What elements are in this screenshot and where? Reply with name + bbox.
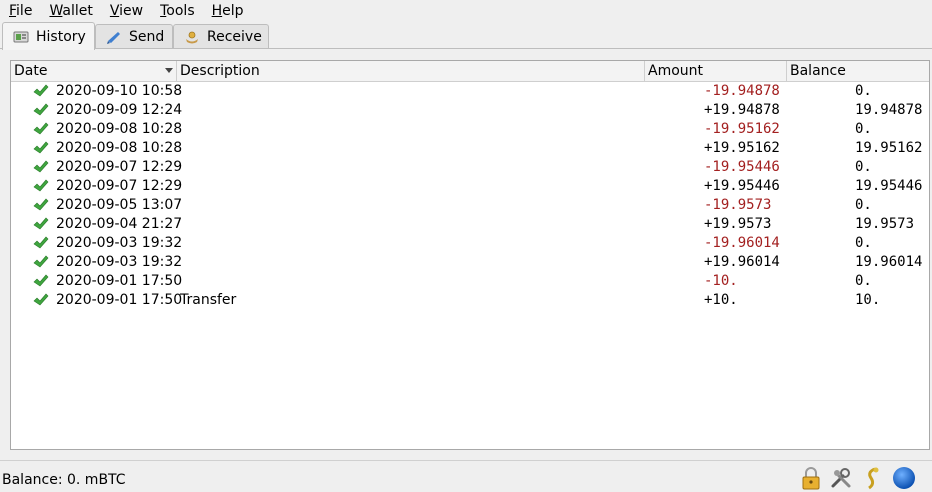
- table-row[interactable]: 2020-09-08 10:28 -19.95162 0.: [11, 120, 929, 139]
- menu-view[interactable]: View: [101, 0, 151, 22]
- tab-bar: History Send Receive: [0, 22, 932, 50]
- tab-divider: [0, 48, 932, 49]
- row-balance: 0.: [855, 235, 872, 251]
- row-balance: 19.94878: [855, 102, 923, 118]
- row-amount: +19.95162: [704, 140, 780, 156]
- confirmed-check-icon: [33, 84, 49, 97]
- row-date: 2020-09-08 10:28: [56, 121, 183, 137]
- row-date: 2020-09-07 12:29: [56, 159, 183, 175]
- network-status-icon[interactable]: [892, 466, 916, 490]
- confirmed-check-icon: [33, 236, 49, 249]
- confirmed-check-icon: [33, 274, 49, 287]
- row-date: 2020-09-05 13:07: [56, 197, 183, 213]
- row-amount: -19.95446: [704, 159, 780, 175]
- confirmed-check-icon: [33, 293, 49, 306]
- row-balance: 19.95446: [855, 178, 923, 194]
- row-balance: 19.9573: [855, 216, 915, 232]
- confirmed-check-icon: [33, 255, 49, 268]
- row-balance: 0.: [855, 159, 872, 175]
- row-date: 2020-09-03 19:32: [56, 254, 183, 270]
- table-row[interactable]: 2020-09-01 17:50 -10. 0.: [11, 272, 929, 291]
- column-header-balance[interactable]: Balance: [787, 61, 929, 81]
- row-amount: -19.96014: [704, 235, 780, 251]
- row-balance: 0.: [855, 197, 872, 213]
- balance-label: Balance: 0. mBTC: [2, 472, 126, 488]
- confirmed-check-icon: [33, 217, 49, 230]
- column-header-amount[interactable]: Amount: [645, 61, 787, 81]
- confirmed-check-icon: [33, 179, 49, 192]
- tab-receive-label: Receive: [207, 29, 262, 45]
- row-amount: -10.: [704, 273, 738, 289]
- row-amount: -19.95162: [704, 121, 780, 137]
- row-amount: +19.95446: [704, 178, 780, 194]
- menu-bar: File Wallet View Tools Help: [0, 0, 932, 22]
- column-header-description[interactable]: Description: [177, 61, 645, 81]
- row-amount: +10.: [704, 292, 738, 308]
- tab-history-label: History: [36, 28, 86, 45]
- row-date: 2020-09-04 21:27: [56, 216, 183, 232]
- row-date: 2020-09-01 17:50: [56, 273, 183, 289]
- table-row[interactable]: 2020-09-07 12:29 +19.95446 19.95446: [11, 177, 929, 196]
- row-date: 2020-09-03 19:32: [56, 235, 183, 251]
- row-balance: 19.96014: [855, 254, 923, 270]
- row-description: Transfer: [180, 292, 237, 308]
- lock-icon[interactable]: [799, 466, 823, 490]
- tab-receive[interactable]: Receive: [173, 24, 269, 49]
- table-row[interactable]: 2020-09-03 19:32 -19.96014 0.: [11, 234, 929, 253]
- table-row[interactable]: 2020-09-09 12:24 +19.94878 19.94878: [11, 101, 929, 120]
- confirmed-check-icon: [33, 160, 49, 173]
- preferences-icon[interactable]: [829, 466, 853, 490]
- history-icon: [13, 31, 29, 42]
- table-row[interactable]: 2020-09-07 12:29 -19.95446 0.: [11, 158, 929, 177]
- table-row[interactable]: 2020-09-08 10:28 +19.95162 19.95162: [11, 139, 929, 158]
- menu-file[interactable]: File: [0, 0, 40, 22]
- row-balance: 10.: [855, 292, 881, 308]
- row-balance: 19.95162: [855, 140, 923, 156]
- row-amount: +19.9573: [704, 216, 772, 232]
- row-amount: +19.94878: [704, 102, 780, 118]
- sort-descending-icon: [165, 68, 173, 73]
- seed-icon[interactable]: [861, 466, 885, 490]
- row-amount: -19.94878: [704, 83, 780, 99]
- row-date: 2020-09-10 10:58: [56, 83, 183, 99]
- row-amount: -19.9573: [704, 197, 772, 213]
- confirmed-check-icon: [33, 198, 49, 211]
- confirmed-check-icon: [33, 103, 49, 116]
- table-row[interactable]: 2020-09-03 19:32 +19.96014 19.96014: [11, 253, 929, 272]
- confirmed-check-icon: [33, 141, 49, 154]
- menu-help[interactable]: Help: [203, 0, 252, 22]
- row-date: 2020-09-08 10:28: [56, 140, 183, 156]
- table-row[interactable]: 2020-09-10 10:58 -19.94878 0.: [11, 82, 929, 101]
- menu-wallet[interactable]: Wallet: [40, 0, 100, 22]
- table-body: 2020-09-10 10:58 -19.94878 0. 2020-09-09 12…: [11, 82, 929, 310]
- tab-send-label: Send: [129, 29, 165, 45]
- column-header-date[interactable]: Date: [11, 61, 177, 81]
- receive-icon: [186, 31, 198, 44]
- table-row[interactable]: 2020-09-04 21:27 +19.9573 19.9573: [11, 215, 929, 234]
- menu-tools[interactable]: Tools: [151, 0, 203, 22]
- table-row[interactable]: 2020-09-05 13:07 -19.9573 0.: [11, 196, 929, 215]
- confirmed-check-icon: [33, 122, 49, 135]
- table-header: Date Description Amount Balance: [11, 61, 929, 82]
- tab-history[interactable]: History: [2, 22, 95, 50]
- status-bar: Balance: 0. mBTC: [0, 460, 932, 492]
- table-row[interactable]: 2020-09-01 17:50 Transfer +10. 10.: [11, 291, 929, 310]
- row-date: 2020-09-07 12:29: [56, 178, 183, 194]
- row-balance: 0.: [855, 83, 872, 99]
- row-balance: 0.: [855, 121, 872, 137]
- send-icon: [107, 32, 120, 44]
- row-date: 2020-09-09 12:24: [56, 102, 183, 118]
- tab-send[interactable]: Send: [95, 24, 173, 49]
- row-date: 2020-09-01 17:50: [56, 292, 183, 308]
- row-balance: 0.: [855, 273, 872, 289]
- history-table[interactable]: Date Description Amount Balance 2020-09-…: [10, 60, 930, 450]
- row-amount: +19.96014: [704, 254, 780, 270]
